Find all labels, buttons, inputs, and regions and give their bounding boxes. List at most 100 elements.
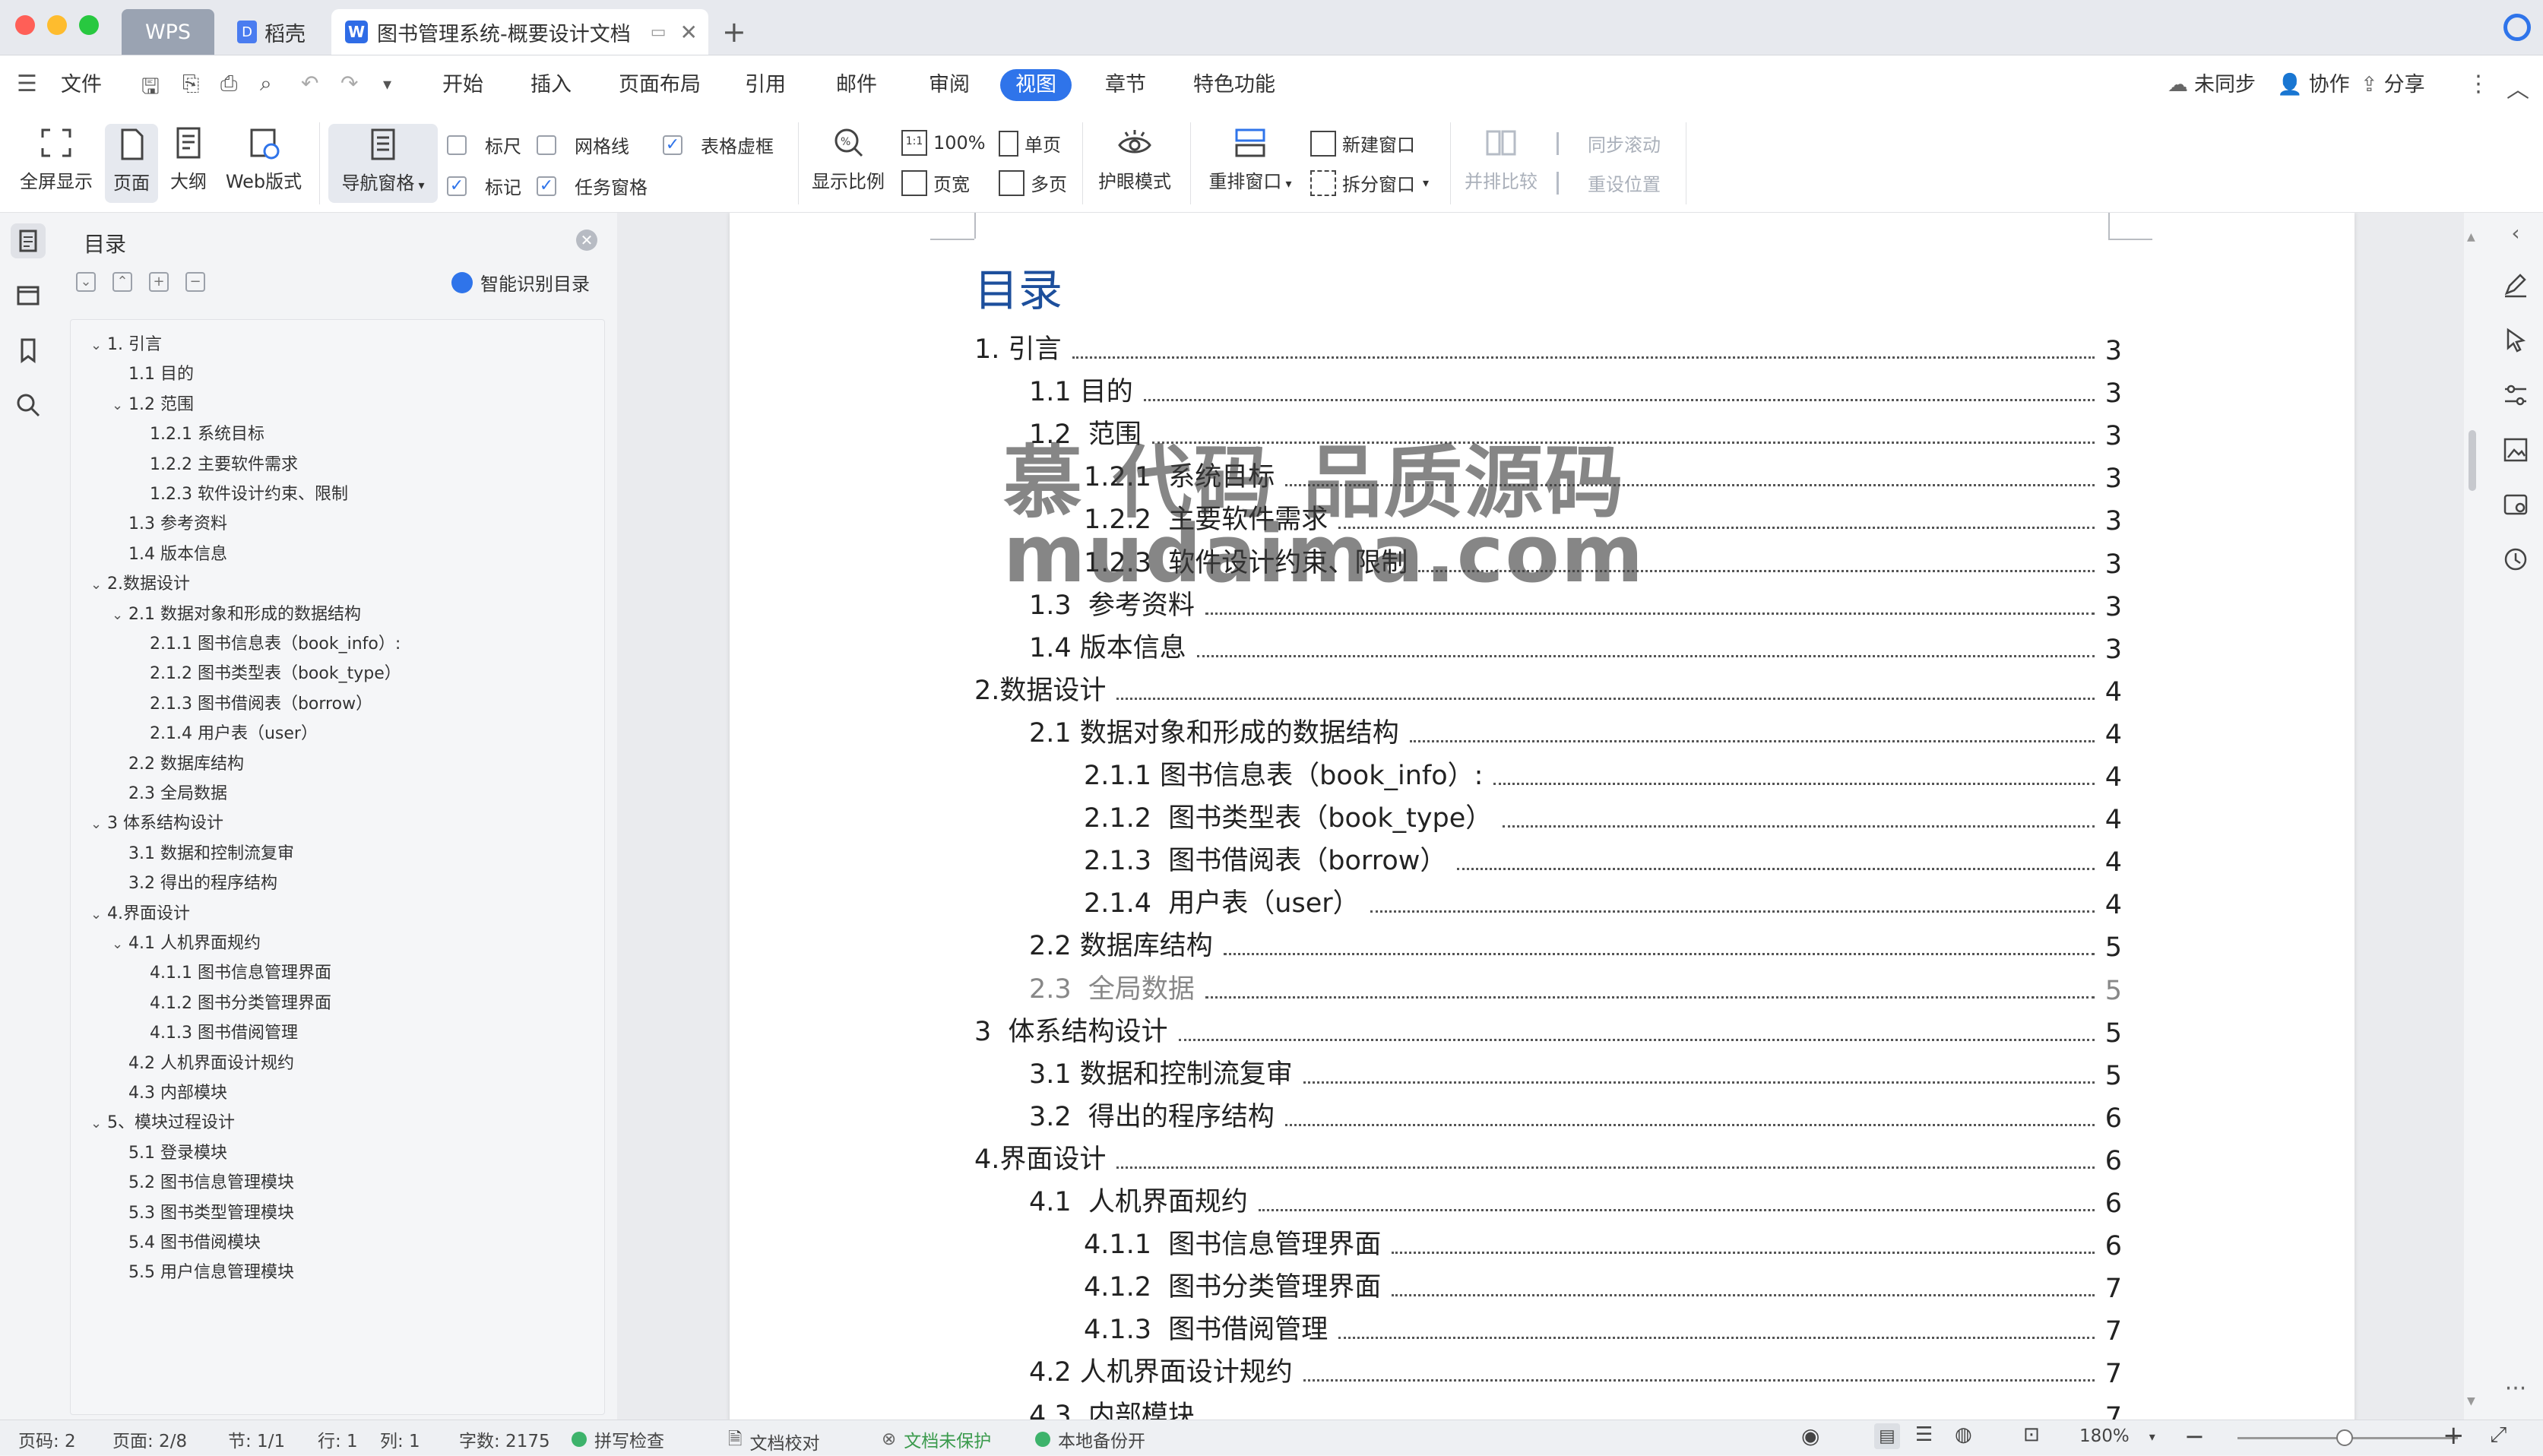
rearrange-windows-button[interactable]: 重排窗口 ▾ (1201, 125, 1300, 193)
proofread-button[interactable]: 🗎 文档校对 (728, 1426, 820, 1456)
zoom-level-select[interactable]: 180% ▾ (2079, 1426, 2155, 1446)
toc-entry[interactable]: 4.1.3 图书借阅管理 7 (1084, 1309, 2122, 1347)
redo-icon[interactable]: ↷ (340, 71, 358, 96)
web-view-icon[interactable]: ◍ (1955, 1423, 1972, 1446)
collapse-ribbon-icon[interactable]: ︿ (2507, 71, 2529, 104)
toc-entry[interactable]: 4.界面设计 6 (974, 1138, 2122, 1176)
undo-icon[interactable]: ↶ (301, 71, 318, 96)
remove-level-icon[interactable]: − (185, 272, 205, 292)
nav-tree-item[interactable]: 4.2 人机界面设计规约 (128, 1049, 294, 1074)
nav-tree-item[interactable]: 5.2 图书信息管理模块 (128, 1169, 294, 1193)
collapse-right-icon[interactable]: ‹ (2500, 220, 2531, 251)
fullscreen-button[interactable]: 全屏显示 (11, 125, 102, 193)
nav-tree-item[interactable]: 1.3 参考资料 (128, 510, 227, 534)
nav-tree-item[interactable]: 2.3 全局数据 (128, 780, 227, 804)
nav-tree-item[interactable]: 2.1.2 图书类型表（book_type） (150, 660, 401, 684)
pin-icon[interactable]: ▭ (651, 23, 667, 42)
menu-special-features[interactable]: 特色功能 (1193, 69, 1275, 101)
zoom-out-button[interactable]: − (2184, 1422, 2205, 1451)
nav-tree-item[interactable]: ⌄ 5、模块过程设计 (90, 1109, 235, 1133)
history-icon[interactable] (2500, 544, 2531, 574)
close-tab-icon[interactable]: ✕ (680, 20, 698, 45)
page-view-icon[interactable]: ▤ (1874, 1423, 1900, 1449)
toc-entry[interactable]: 2.1 数据对象和形成的数据结构 4 (1029, 712, 2122, 750)
account-icon[interactable] (2503, 14, 2531, 41)
toc-entry[interactable]: 2.1.2 图书类型表（book_type） 4 (1084, 797, 2122, 835)
nav-tree-item[interactable]: 1.2.3 软件设计约束、限制 (150, 480, 348, 505)
ruler-checkbox[interactable]: 标尺 (447, 131, 521, 158)
menu-page-layout[interactable]: 页面布局 (619, 69, 701, 101)
close-window-button[interactable] (15, 15, 35, 35)
nav-tree-item[interactable]: 2.2 数据库结构 (128, 750, 244, 774)
status-row[interactable]: 行: 1 (318, 1426, 358, 1452)
document-page[interactable]: 目录 1. 引言 3 1.1 目的 3 1.2 范围 3 1.2.1 系统目标 3 1.2.2 … (730, 213, 2355, 1420)
select-cursor-icon[interactable] (2500, 325, 2531, 356)
sync-scroll-button[interactable]: 同步滚动 (1557, 130, 1661, 157)
zoom-window-button[interactable] (79, 15, 99, 35)
toc-entry[interactable]: 2.2 数据库结构 5 (1029, 925, 2122, 963)
tab-wps[interactable]: WPS (122, 9, 214, 55)
nav-tree-item[interactable]: 4.1.3 图书借阅管理 (150, 1019, 298, 1043)
nav-tree-item[interactable]: ⌄ 3 体系结构设计 (90, 809, 223, 834)
nav-tree-item[interactable]: 5.3 图书类型管理模块 (128, 1199, 294, 1223)
toc-entry[interactable]: 3.1 数据和控制流复审 5 (1029, 1053, 2122, 1091)
new-window-button[interactable]: 新建窗口 (1310, 130, 1415, 157)
close-nav-pane-icon[interactable]: ✕ (576, 229, 597, 251)
menu-mail[interactable]: 邮件 (836, 69, 877, 101)
nav-tree-item[interactable]: ⌄ 1.2 范围 (112, 391, 194, 415)
add-tab-button[interactable]: + (722, 9, 746, 55)
gridlines-checkbox[interactable]: 网格线 (537, 131, 629, 158)
minimize-window-button[interactable] (47, 15, 67, 35)
status-words[interactable]: 字数: 2175 (459, 1426, 550, 1452)
more-icon[interactable]: ⋮ (2467, 71, 2490, 97)
chevron-down-icon[interactable]: ⌄ (90, 816, 107, 832)
nav-tree-item[interactable]: 4.1.1 图书信息管理界面 (150, 959, 331, 983)
toc-entry[interactable]: 2.1.1 图书信息表（book_info）: 4 (1084, 755, 2122, 793)
table-gridlines-checkbox[interactable]: ✓ 表格虚框 (663, 131, 774, 158)
nav-tree-item[interactable]: 1.2.2 主要软件需求 (150, 451, 298, 475)
toc-entry[interactable]: 1. 引言 3 (974, 328, 2122, 366)
nav-tree-item[interactable]: 1.2.1 系统目标 (150, 420, 264, 445)
adjust-icon[interactable] (2500, 380, 2531, 410)
menu-chapter[interactable]: 章节 (1105, 69, 1146, 101)
chevron-down-icon[interactable]: ⌄ (112, 397, 128, 413)
chevron-down-icon[interactable]: ⌄ (112, 607, 128, 623)
web-layout-button[interactable]: Web版式 (222, 125, 306, 193)
tab-document[interactable]: W 图书管理系统-概要设计文档 ▭ ✕ (331, 9, 708, 55)
toc-panel-icon[interactable] (11, 223, 46, 258)
search-icon[interactable] (11, 388, 46, 423)
nav-pane-button[interactable]: 导航窗格 ▾ (328, 124, 438, 203)
fit-page-icon[interactable]: ⊡ (2023, 1423, 2040, 1446)
chevron-down-icon[interactable]: ⌄ (90, 1116, 107, 1132)
toc-entry[interactable]: 2.1.3 图书借阅表（borrow） 4 (1084, 840, 2122, 878)
toc-entry[interactable]: 2.1.4 用户表（user） 4 (1084, 882, 2122, 920)
nav-tree-item[interactable]: 3.2 得出的程序结构 (128, 869, 277, 894)
toc-entry[interactable]: 3.2 得出的程序结构 6 (1029, 1096, 2122, 1134)
nav-tree-item[interactable]: 5.4 图书借阅模块 (128, 1229, 261, 1253)
quick-access-dropdown-icon[interactable]: ▾ (383, 75, 391, 94)
eye-mode-toggle-icon[interactable]: ◉ (1801, 1423, 1819, 1448)
zoom-button[interactable]: % 显示比例 (809, 125, 888, 193)
local-backup-button[interactable]: 本地备份开 (1035, 1426, 1145, 1452)
chevron-down-icon[interactable]: ⌄ (112, 936, 128, 952)
hamburger-menu-icon[interactable]: ☰ (17, 71, 37, 97)
status-pages[interactable]: 页面: 2/8 (112, 1426, 187, 1452)
fullscreen-toggle-icon[interactable]: ⤢ (2490, 1422, 2507, 1448)
nav-tree-item[interactable]: 4.3 内部模块 (128, 1079, 227, 1103)
bookmark-panel-icon[interactable] (11, 333, 46, 368)
menu-insert[interactable]: 插入 (530, 69, 572, 101)
chevron-down-icon[interactable]: ⌄ (90, 577, 107, 593)
chapter-panel-icon[interactable] (11, 278, 46, 313)
zoom-slider-thumb[interactable] (2336, 1429, 2353, 1446)
page-view-button[interactable]: 页面 (105, 124, 158, 203)
nav-tree-item[interactable]: 2.1.1 图书信息表（book_info）: (150, 630, 401, 654)
save-icon[interactable]: 🖫 (141, 71, 160, 107)
side-by-side-button[interactable]: 并排比较 (1459, 125, 1543, 193)
menu-start[interactable]: 开始 (442, 69, 483, 101)
page-width-button[interactable]: 页宽 (901, 169, 970, 196)
marks-checkbox[interactable]: ✓ 标记 (447, 173, 521, 199)
spell-check-button[interactable]: 拼写检查 (572, 1426, 664, 1452)
menu-view[interactable]: 视图 (1000, 69, 1072, 101)
more-tools-icon[interactable]: ··· (2500, 1375, 2531, 1406)
outline-view-button[interactable]: 大纲 (164, 125, 213, 193)
